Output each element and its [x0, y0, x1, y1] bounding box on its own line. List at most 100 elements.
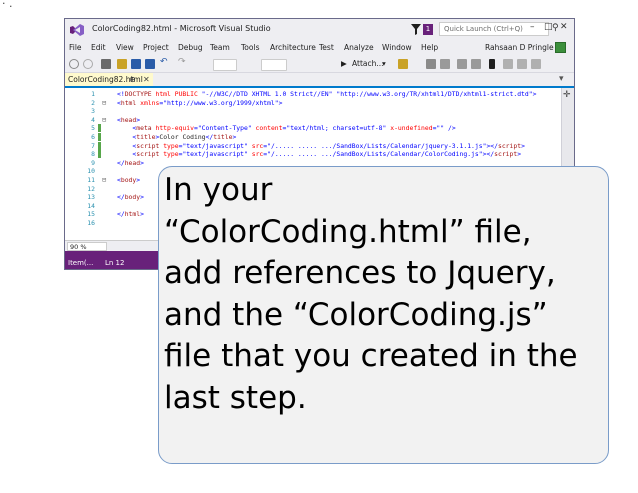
fire-icon[interactable]	[398, 59, 408, 69]
code-token: src	[247, 141, 264, 150]
comment-icon[interactable]	[457, 59, 467, 69]
code-token: ></	[482, 150, 495, 159]
line-number: 2	[91, 98, 95, 107]
back-icon[interactable]	[69, 59, 79, 69]
forward-icon[interactable]	[83, 59, 93, 69]
menu-project[interactable]: Project	[143, 43, 169, 52]
callout-line: In your	[164, 172, 273, 208]
play-icon[interactable]: ▶	[341, 59, 347, 68]
chevron-down-icon[interactable]: ▾	[382, 59, 386, 68]
menu-debug[interactable]: Debug	[178, 43, 203, 52]
menu-tools[interactable]: Tools	[241, 43, 259, 52]
save-icon[interactable]	[131, 59, 141, 69]
user-name[interactable]: Rahsaan D Pringle	[485, 43, 554, 52]
fold-toggle-icon[interactable]: ⊟	[102, 99, 110, 107]
close-icon[interactable]: ✕	[143, 73, 150, 86]
code-line[interactable]: 1 <!DOCTYPE html PUBLIC "-//W3C//DTD XHTM…	[65, 90, 561, 98]
toolbar: ↶ ↷ ▶ Attach... ▾	[65, 55, 574, 73]
tab-overflow-icon[interactable]: ▾	[559, 74, 564, 84]
code-line[interactable]: 4 ⊟ <head>	[65, 116, 561, 124]
new-project-icon[interactable]	[101, 59, 111, 69]
code-token: >	[140, 193, 144, 202]
menu-team[interactable]: Team	[210, 43, 230, 52]
open-folder-icon[interactable]	[117, 59, 127, 69]
callout-text: In your “ColorCoding.html” file, add ref…	[164, 170, 604, 419]
change-marker	[98, 150, 101, 159]
code-token: http-equiv	[151, 124, 194, 133]
user-avatar-icon[interactable]	[555, 42, 566, 53]
menu-test[interactable]: Test	[319, 43, 334, 52]
uncomment-icon[interactable]	[471, 59, 481, 69]
solution-config-dropdown[interactable]	[213, 59, 237, 71]
change-marker	[98, 124, 101, 133]
change-marker	[98, 141, 101, 150]
callout-line: last step.	[164, 379, 307, 416]
code-token: content	[251, 124, 283, 133]
format-icon[interactable]	[426, 59, 436, 69]
clear-bookmarks-icon[interactable]	[531, 59, 541, 69]
line-number: 7	[91, 141, 95, 150]
code-line[interactable]: 7 <script type="text/javascript" src="/.…	[65, 141, 561, 150]
next-bookmark-icon[interactable]	[503, 59, 513, 69]
code-token: src	[247, 150, 264, 159]
code-text: </html>	[117, 210, 144, 218]
code-token: script	[494, 150, 518, 159]
code-token: head	[124, 158, 141, 167]
indent-icon[interactable]	[440, 59, 450, 69]
code-line[interactable]: 6 <title>Color Coding</title>	[65, 133, 561, 141]
split-icon[interactable]: ✛	[563, 90, 571, 100]
code-line[interactable]: 3	[65, 107, 561, 115]
save-all-icon[interactable]	[145, 59, 155, 69]
menu-window[interactable]: Window	[382, 43, 412, 52]
code-token: body	[120, 176, 137, 184]
prev-bookmark-icon[interactable]	[517, 59, 527, 69]
code-text: <script type="text/javascript" src="/...…	[117, 142, 525, 150]
code-line[interactable]: 2 ⊟ <html xmlns="http://www.w3.org/1999/xh…	[65, 99, 561, 107]
code-token: ""	[436, 124, 445, 133]
menu-analyze[interactable]: Analyze	[344, 43, 374, 52]
code-token: "/..... ..... .../SandBox/Lists/Calendar…	[267, 141, 487, 150]
undo-icon[interactable]: ↶	[160, 57, 168, 67]
redo-icon[interactable]: ↷	[178, 57, 186, 67]
code-token: >	[532, 90, 537, 98]
maximize-button[interactable]: □	[544, 22, 553, 32]
menu-help[interactable]: Help	[421, 43, 438, 52]
pin-icon[interactable]: ⊕	[129, 73, 136, 86]
tab-colorcoding82[interactable]: ColorCoding82.html ⊕ ✕	[65, 73, 153, 86]
code-token: >	[140, 158, 144, 167]
menu-edit[interactable]: Edit	[91, 43, 106, 52]
line-number: 8	[91, 150, 95, 159]
line-number: 9	[91, 158, 95, 167]
code-line[interactable]: 8 <script type="text/javascript" src="/.…	[65, 150, 561, 159]
close-button[interactable]: ✕	[560, 22, 568, 32]
menu-architecture[interactable]: Architecture	[270, 43, 316, 52]
code-token: html	[124, 210, 141, 219]
platform-dropdown[interactable]	[261, 59, 287, 71]
code-token: script	[497, 141, 522, 150]
code-text: <script type="text/javascript" src="/...…	[117, 150, 521, 158]
code-token: </	[117, 158, 125, 167]
code-token: >	[232, 133, 237, 141]
attach-button[interactable]: Attach...	[352, 59, 384, 68]
code-token: </	[117, 210, 125, 219]
menu-file[interactable]: File	[69, 43, 82, 52]
status-line: Ln 12	[105, 259, 125, 267]
code-text: <meta http-equiv="Content-Type" content=…	[117, 124, 455, 133]
code-token: type	[159, 150, 179, 159]
menu-view[interactable]: View	[116, 43, 134, 52]
bookmark-icon[interactable]	[489, 59, 495, 69]
fold-toggle-icon[interactable]: ⊟	[102, 176, 110, 184]
minimize-button[interactable]: –	[530, 22, 535, 32]
search-icon[interactable]: ⚲	[552, 23, 559, 33]
code-token: title	[213, 133, 233, 141]
zoom-level[interactable]: 90 %	[67, 242, 107, 251]
code-token: >	[521, 141, 525, 150]
notification-badge[interactable]: 1	[423, 24, 433, 35]
fold-toggle-icon[interactable]: ⊟	[102, 116, 110, 124]
code-token: >	[136, 115, 141, 124]
code-token: "http://www.w3.org/1999/xhtml"	[163, 98, 279, 107]
filter-icon[interactable]	[411, 24, 421, 35]
code-line[interactable]: 5 <meta http-equiv="Content-Type" conten…	[65, 124, 561, 133]
